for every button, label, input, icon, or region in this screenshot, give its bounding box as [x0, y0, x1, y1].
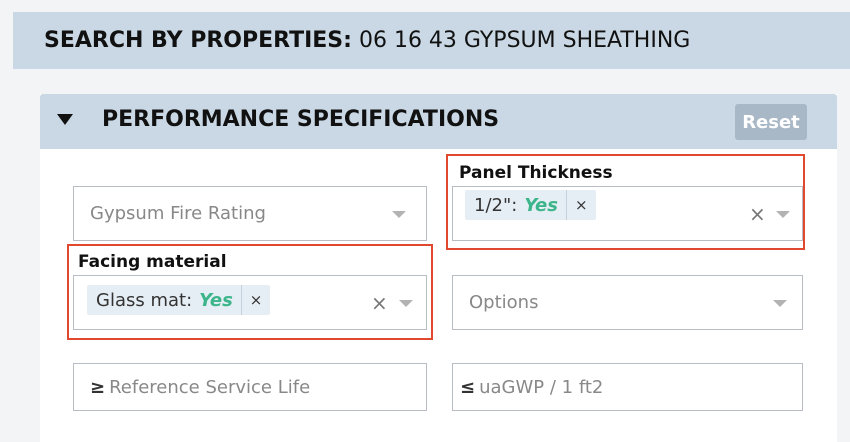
facing-material-tag: Glass mat: Yes × [87, 285, 271, 315]
panel-thickness-tag: 1/2": Yes × [465, 190, 596, 220]
chevron-down-icon[interactable] [399, 299, 413, 307]
less-or-equal-icon: ≤ [460, 376, 476, 398]
uagwp-input[interactable]: ≤ uaGWP / 1 ft2 [452, 363, 803, 411]
facing-material-select[interactable]: Glass mat: Yes × × [73, 275, 427, 330]
reset-button[interactable]: Reset [735, 104, 807, 140]
gypsum-fire-rating-select[interactable]: Gypsum Fire Rating [73, 186, 427, 241]
tag-remove-icon[interactable]: × [565, 190, 596, 220]
tag-option-value: Yes [524, 194, 558, 216]
reference-service-life-placeholder: Reference Service Life [109, 376, 311, 398]
options-placeholder: Options [469, 292, 539, 313]
panel-thickness-select[interactable]: 1/2": Yes × × [452, 186, 803, 241]
options-select[interactable]: Options [452, 275, 803, 330]
chevron-down-icon[interactable] [392, 210, 406, 218]
caret-down-icon[interactable] [57, 114, 73, 125]
clear-icon[interactable]: × [371, 290, 388, 316]
tag-option-label: Glass mat: [96, 289, 193, 311]
panel-title: PERFORMANCE SPECIFICATIONS [102, 107, 500, 132]
search-by-properties-header: SEARCH BY PROPERTIES: 06 16 43 GYPSUM SH… [13, 12, 850, 69]
panel-thickness-label: Panel Thickness [459, 163, 613, 183]
tag-option-value: Yes [199, 289, 233, 311]
tag-remove-icon[interactable]: × [240, 285, 271, 315]
performance-specifications-panel: PERFORMANCE SPECIFICATIONS Reset Gypsum … [40, 94, 837, 442]
gypsum-fire-rating-placeholder: Gypsum Fire Rating [90, 203, 266, 224]
panel-header[interactable]: PERFORMANCE SPECIFICATIONS Reset [40, 94, 837, 149]
chevron-down-icon[interactable] [776, 210, 790, 218]
facing-material-label: Facing material [78, 252, 227, 272]
page: SEARCH BY PROPERTIES: 06 16 43 GYPSUM SH… [0, 0, 850, 442]
search-header-category: 06 16 43 GYPSUM SHEATHING [358, 28, 691, 53]
search-header-prefix: SEARCH BY PROPERTIES: [44, 28, 352, 53]
tag-option-label: 1/2": [474, 194, 518, 216]
clear-icon[interactable]: × [749, 201, 766, 227]
uagwp-placeholder: uaGWP / 1 ft2 [479, 376, 604, 398]
chevron-down-icon[interactable] [773, 299, 787, 307]
greater-or-equal-icon: ≥ [90, 376, 106, 398]
reference-service-life-input[interactable]: ≥ Reference Service Life [73, 363, 427, 411]
